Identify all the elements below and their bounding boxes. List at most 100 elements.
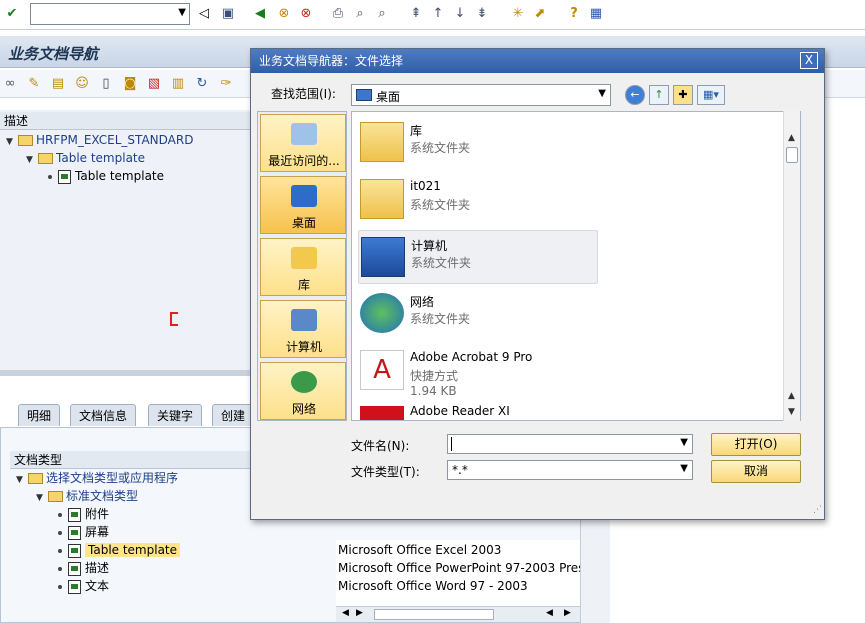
- tree-node-label[interactable]: HRFPM_EXCEL_STANDARD: [36, 133, 193, 147]
- scroll-thumb[interactable]: [786, 147, 798, 163]
- back-icon[interactable]: ←: [625, 85, 645, 105]
- first-page-icon[interactable]: ⇞: [408, 6, 424, 22]
- refresh-icon[interactable]: ↻: [194, 76, 210, 92]
- upper-tree-header: 描述: [0, 112, 250, 130]
- up-folder-icon[interactable]: ↑: [649, 85, 669, 105]
- open-button[interactable]: 打开(O): [711, 433, 801, 456]
- tab-document-info[interactable]: 文档信息: [70, 404, 137, 426]
- scroll-thumb[interactable]: [374, 609, 494, 620]
- last-page-icon[interactable]: ⇟: [474, 6, 490, 22]
- file-item[interactable]: 库 系统文件夹: [358, 116, 598, 170]
- tab-keywords[interactable]: 关键字: [148, 404, 203, 426]
- cancel-icon[interactable]: ⊗: [298, 6, 314, 22]
- copy-icon[interactable]: ▥: [170, 76, 186, 92]
- glasses-icon[interactable]: ∞: [2, 76, 18, 92]
- user-icon[interactable]: ☺: [74, 76, 90, 92]
- resize-grip-icon[interactable]: ⋰: [810, 505, 822, 517]
- chevron-down-icon[interactable]: ▼: [178, 7, 186, 18]
- scroll-down-icon[interactable]: ▼: [788, 407, 795, 417]
- document-icon: [68, 543, 81, 558]
- file-item-hover[interactable]: 计算机 系统文件夹: [358, 230, 598, 284]
- file-name: 库: [410, 124, 423, 138]
- tree-node-label[interactable]: Table template: [56, 151, 145, 165]
- find-icon[interactable]: ⌕: [352, 6, 368, 22]
- file-type-select[interactable]: *.* ▼: [447, 460, 693, 480]
- file-list-scrollbar[interactable]: ▲ ▲ ▼: [783, 111, 800, 421]
- place-desktop[interactable]: 桌面: [260, 176, 346, 234]
- place-library[interactable]: 库: [260, 238, 346, 296]
- tree-node-doc[interactable]: 文本: [58, 577, 109, 595]
- check-icon[interactable]: ✔: [4, 6, 20, 22]
- tree-node-label[interactable]: Table template: [85, 543, 181, 557]
- tab-detail[interactable]: 明细: [18, 404, 61, 426]
- expand-triangle-icon[interactable]: ▼: [26, 151, 38, 169]
- tree-node-label[interactable]: 屏幕: [85, 525, 109, 539]
- expand-triangle-icon[interactable]: ▼: [6, 133, 18, 151]
- next-page-icon[interactable]: ↓: [452, 6, 468, 22]
- shortcut-icon[interactable]: ⬈: [532, 6, 548, 22]
- tag-icon[interactable]: ✑: [218, 76, 234, 92]
- file-item[interactable]: it021 系统文件夹: [358, 173, 598, 227]
- scroll-left-icon[interactable]: ◀: [546, 608, 553, 618]
- exit-icon[interactable]: ⊗: [276, 6, 292, 22]
- tree-node-label[interactable]: 文本: [85, 579, 109, 593]
- file-item[interactable]: A Adobe Acrobat 9 Pro 快捷方式 1.94 KB: [358, 344, 598, 400]
- new-session-icon[interactable]: ✳: [510, 6, 526, 22]
- expand-triangle-icon[interactable]: ▼: [16, 471, 28, 489]
- file-name-input[interactable]: ▼: [447, 434, 693, 454]
- place-recent[interactable]: 最近访问的...: [260, 114, 346, 172]
- horizontal-scrollbar[interactable]: ◀ ▶ ◀ ▶: [336, 606, 580, 622]
- stack-icon[interactable]: ▧: [146, 76, 162, 92]
- place-label: 计算机: [285, 340, 322, 354]
- tab-create[interactable]: 创建: [212, 404, 255, 426]
- file-type: 系统文件夹: [410, 312, 471, 326]
- look-in-select[interactable]: 桌面 ▼: [351, 84, 611, 106]
- place-computer[interactable]: 计算机: [260, 300, 346, 358]
- scroll-up-icon[interactable]: ▲: [788, 391, 795, 401]
- tree-node-doc-selected[interactable]: Table template: [58, 541, 181, 559]
- tree-node-label[interactable]: 描述: [85, 561, 109, 575]
- save-icon[interactable]: ▣: [220, 6, 236, 22]
- tree-node-label[interactable]: Table template: [75, 169, 164, 183]
- chevron-down-icon[interactable]: ▼: [680, 463, 688, 474]
- tree-node-doc[interactable]: 附件: [58, 505, 109, 523]
- open-folder-icon[interactable]: ◙: [122, 76, 138, 92]
- chevron-down-icon[interactable]: ▼: [598, 88, 606, 99]
- file-type-value: *.*: [452, 463, 468, 477]
- chevron-down-icon[interactable]: ▼: [680, 437, 688, 448]
- document-icon[interactable]: ▤: [50, 76, 66, 92]
- close-button[interactable]: X: [800, 52, 818, 69]
- help-icon[interactable]: ?: [566, 6, 582, 22]
- tree-node-label[interactable]: 附件: [85, 507, 109, 521]
- prev-page-icon[interactable]: ↑: [430, 6, 446, 22]
- file-item[interactable]: 网络 系统文件夹: [358, 287, 598, 341]
- tree-node-doc[interactable]: 描述: [58, 559, 109, 577]
- file-item[interactable]: Adobe Reader XI: [358, 402, 598, 420]
- new-folder-icon[interactable]: ✚: [673, 85, 693, 105]
- tree-node-doc[interactable]: Table template: [48, 167, 164, 185]
- tree-node-folder[interactable]: ▼ Table template: [26, 149, 145, 167]
- place-network[interactable]: 网络: [260, 362, 346, 420]
- tree-node-folder[interactable]: ▼ 标准文档类型: [36, 487, 138, 505]
- back-icon[interactable]: ◁: [196, 6, 212, 22]
- pencil-icon[interactable]: ✎: [26, 76, 42, 92]
- scroll-right-icon[interactable]: ▶: [564, 608, 571, 618]
- scroll-left-icon[interactable]: ◀: [342, 608, 349, 618]
- view-menu-icon[interactable]: ▦▾: [697, 85, 725, 105]
- expand-triangle-icon[interactable]: ▼: [36, 489, 48, 507]
- command-field[interactable]: ▼: [30, 3, 190, 25]
- cancel-button[interactable]: 取消: [711, 460, 801, 483]
- scroll-right-icon[interactable]: ▶: [356, 608, 363, 618]
- find-next-icon[interactable]: ⌕: [374, 6, 390, 22]
- layout-icon[interactable]: ▦: [588, 6, 604, 22]
- tree-node-root[interactable]: ▼ HRFPM_EXCEL_STANDARD: [6, 131, 193, 149]
- print-icon[interactable]: ⎙: [330, 6, 346, 22]
- tree-node-label[interactable]: 标准文档类型: [66, 489, 138, 503]
- file-name-value[interactable]: [451, 437, 452, 451]
- tree-node-doc[interactable]: 屏幕: [58, 523, 109, 541]
- scroll-up-icon[interactable]: ▲: [788, 133, 795, 143]
- green-arrow-icon[interactable]: ◀: [252, 6, 268, 22]
- tree-node-root[interactable]: ▼ 选择文档类型或应用程序: [16, 469, 178, 487]
- tree-node-label[interactable]: 选择文档类型或应用程序: [46, 471, 178, 485]
- new-document-icon[interactable]: ▯: [98, 76, 114, 92]
